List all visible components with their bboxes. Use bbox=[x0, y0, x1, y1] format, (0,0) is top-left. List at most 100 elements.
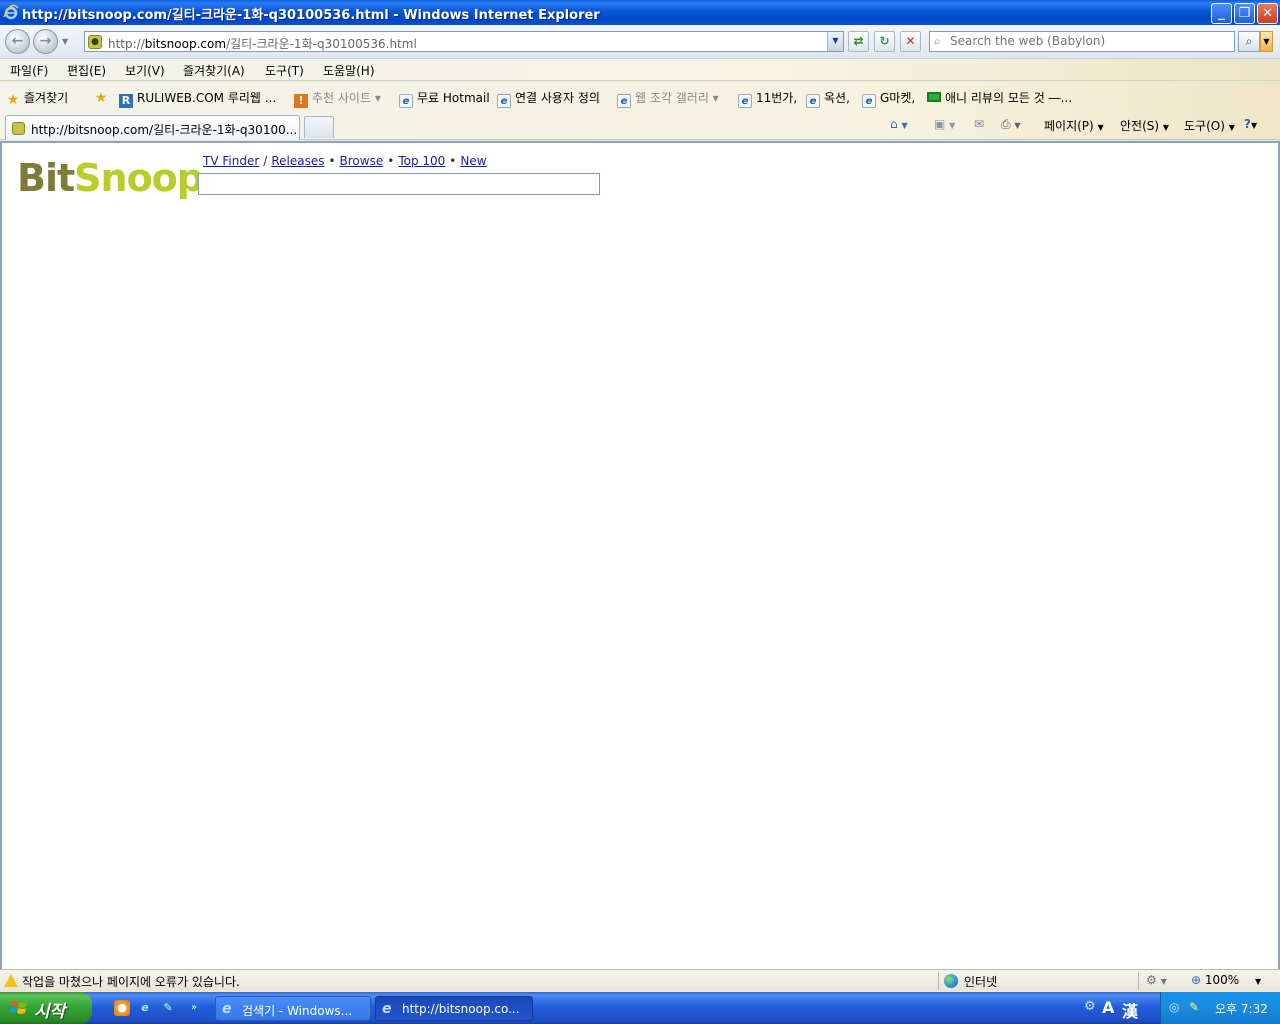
forward-button[interactable]: → bbox=[33, 29, 58, 54]
zoom-level: 100% bbox=[1204, 973, 1240, 987]
back-button[interactable]: ← bbox=[5, 29, 30, 54]
nav-browse[interactable]: Browse bbox=[340, 154, 384, 168]
start-button[interactable]: 시작 bbox=[0, 992, 92, 1024]
close-button[interactable]: ✕ bbox=[1257, 3, 1278, 24]
menu-edit[interactable]: 편집(E) bbox=[67, 62, 106, 79]
search-input[interactable] bbox=[950, 34, 1230, 48]
add-to-favorites-bar-button[interactable]: ★ bbox=[94, 89, 112, 105]
nav-separator: • bbox=[449, 154, 457, 168]
pencil-icon[interactable]: ✎ bbox=[160, 1000, 176, 1016]
ie-quicklaunch-icon[interactable]: e bbox=[137, 1000, 153, 1016]
nav-separator: / bbox=[263, 154, 268, 168]
site-favicon-icon: ● bbox=[88, 35, 102, 49]
fav-item-anime-review[interactable]: 애니 리뷰의 모든 것 ―... bbox=[927, 89, 1072, 106]
page-menu[interactable]: 페이지(P) ▼ bbox=[1044, 117, 1104, 134]
nav-separator: • bbox=[387, 154, 395, 168]
page-menu-label: 페이지(P) bbox=[1044, 119, 1094, 133]
fav-item-ruliweb[interactable]: R RULIWEB.COM 루리웹 ... bbox=[119, 89, 276, 108]
security-zone[interactable]: 인터넷 bbox=[964, 973, 997, 990]
ie-logo-icon bbox=[3, 4, 19, 20]
menu-view[interactable]: 보기(V) bbox=[125, 62, 165, 79]
nav-top-100[interactable]: Top 100 bbox=[398, 154, 445, 168]
search-go-button[interactable]: ⌕ bbox=[1238, 31, 1260, 52]
new-tab-button[interactable] bbox=[304, 116, 334, 138]
ime-options-icon[interactable]: ⚙ bbox=[1084, 999, 1096, 1014]
menu-tools[interactable]: 도구(T) bbox=[265, 62, 304, 79]
favorites-label: 즐겨찾기 bbox=[24, 91, 69, 105]
ie-task-icon: e bbox=[382, 1001, 392, 1017]
window-title-bar[interactable]: http://bitsnoop.com/길티-크라운-1화-q30100536.… bbox=[0, 0, 1280, 25]
network-tray-icon[interactable]: ◎ bbox=[1169, 1000, 1179, 1014]
minimize-button[interactable]: _ bbox=[1211, 3, 1232, 24]
fav-item-label: 추천 사이트 ▾ bbox=[312, 91, 381, 105]
fav-item-label: 11번가, bbox=[756, 91, 798, 105]
fav-item-label: 무료 Hotmail bbox=[417, 91, 490, 105]
fav-item-suggested-sites[interactable]: ! 추천 사이트 ▾ bbox=[294, 89, 381, 108]
favorites-center-button[interactable]: ★ 즐겨찾기 bbox=[6, 89, 68, 107]
taskbar-button-search[interactable]: e 검색기 - Windows... bbox=[215, 996, 371, 1021]
address-url[interactable]: http://bitsnoop.com/길티-크라운-1화-q30100536.… bbox=[108, 35, 417, 52]
stop-icon[interactable]: ✕ bbox=[900, 31, 921, 52]
taskbar-button-label: 검색기 - Windows... bbox=[242, 1004, 353, 1018]
menu-file[interactable]: 파일(F) bbox=[10, 62, 48, 79]
ie-page-icon: e bbox=[497, 94, 511, 108]
ie-page-icon: e bbox=[806, 94, 820, 108]
zoom-control[interactable]: ⊕ 100% ▼ bbox=[1191, 973, 1261, 987]
fav-item-label: 웹 조각 갤러리 ▾ bbox=[635, 91, 719, 105]
help-icon[interactable]: ?▼ bbox=[1244, 117, 1257, 131]
refresh-icon[interactable]: ↻ bbox=[874, 31, 895, 52]
tools-menu[interactable]: 도구(O) ▼ bbox=[1184, 117, 1235, 134]
search-options-dropdown-icon[interactable]: ▼ bbox=[1260, 31, 1273, 52]
logo-snoop: Snoop bbox=[74, 156, 204, 200]
address-dropdown-icon[interactable]: ▼ bbox=[827, 32, 843, 51]
menu-help[interactable]: 도움말(H) bbox=[323, 62, 375, 79]
feeds-icon[interactable]: ▣ ▼ bbox=[934, 117, 955, 131]
tab-row: http://bitsnoop.com/길티-크라운-1화-q30100... … bbox=[0, 112, 1280, 140]
taskbar-button-label: http://bitsnoop.co... bbox=[402, 1002, 520, 1016]
safety-menu[interactable]: 안전(S) ▼ bbox=[1120, 117, 1169, 134]
status-divider bbox=[1138, 972, 1139, 990]
language-bar[interactable]: ⚙ A 漢 bbox=[1080, 992, 1160, 1024]
zoom-icon: ⊕ bbox=[1191, 973, 1202, 987]
fav-item-auction[interactable]: e 옥션, bbox=[806, 89, 850, 108]
tab-label: http://bitsnoop.com/길티-크라운-1화-q30100... bbox=[31, 123, 298, 137]
ime-mode-a[interactable]: A bbox=[1102, 998, 1114, 1017]
firefox-icon[interactable]: ● bbox=[114, 1000, 130, 1016]
ime-hanja-icon[interactable]: 漢 bbox=[1122, 998, 1138, 1022]
taskbar-button-bitsnoop[interactable]: e http://bitsnoop.co... bbox=[375, 996, 533, 1021]
bitsnoop-logo[interactable]: BitSnoop bbox=[17, 156, 204, 200]
history-dropdown-icon[interactable]: ▼ bbox=[62, 37, 68, 46]
nav-new[interactable]: New bbox=[460, 154, 486, 168]
print-icon[interactable]: ⎙ ▼ bbox=[1001, 117, 1021, 132]
home-icon[interactable]: ⌂ ▼ bbox=[890, 117, 908, 131]
ruliweb-icon: R bbox=[119, 94, 133, 108]
fav-item-web-slice-gallery[interactable]: e 웹 조각 갤러리 ▾ bbox=[617, 89, 719, 108]
address-bar[interactable]: ● http://bitsnoop.com/길티-크라운-1화-q3010053… bbox=[84, 31, 844, 52]
url-host: bitsnoop.com bbox=[144, 37, 227, 51]
green-box-icon bbox=[927, 92, 941, 102]
quicklaunch-chevron-icon[interactable]: » bbox=[186, 1000, 202, 1016]
menu-favorites[interactable]: 즐겨찾기(A) bbox=[183, 62, 245, 79]
site-search-input[interactable] bbox=[198, 173, 600, 195]
compatibility-view-icon[interactable]: ⇄ bbox=[848, 31, 869, 52]
nav-tv-finder[interactable]: TV Finder bbox=[203, 154, 259, 168]
tab-active[interactable]: http://bitsnoop.com/길티-크라운-1화-q30100... bbox=[5, 115, 300, 140]
search-icon: ⌕ bbox=[934, 34, 941, 48]
mail-icon[interactable]: ✉ bbox=[974, 117, 984, 131]
warning-icon[interactable] bbox=[4, 974, 18, 987]
windows-flag-icon bbox=[10, 1001, 27, 1014]
favorites-bar: ★ 즐겨찾기 ★ R RULIWEB.COM 루리웹 ... ! 추천 사이트 ▾ e… bbox=[0, 82, 1280, 112]
fav-item-11st[interactable]: e 11번가, bbox=[738, 89, 797, 108]
fav-item-customize-links[interactable]: e 연결 사용자 정의 bbox=[497, 89, 600, 108]
ie-task-icon: e bbox=[222, 1001, 232, 1017]
nav-releases[interactable]: Releases bbox=[271, 154, 324, 168]
suggested-sites-icon: ! bbox=[294, 94, 308, 108]
fav-item-hotmail[interactable]: e 무료 Hotmail bbox=[399, 89, 490, 108]
windows-taskbar: 시작 ● e ✎ » e 검색기 - Windows... e http://bit… bbox=[0, 992, 1280, 1024]
tray-app-icon[interactable]: ✎ bbox=[1189, 1000, 1199, 1014]
fav-item-gmarket[interactable]: e G마켓, bbox=[862, 89, 915, 108]
restore-button[interactable]: ❐ bbox=[1234, 3, 1255, 24]
protected-mode-icon[interactable]: ⚙ ▼ bbox=[1146, 973, 1167, 987]
clock[interactable]: 오후 7:32 bbox=[1215, 1000, 1268, 1017]
search-box[interactable]: ⌕ bbox=[929, 31, 1235, 52]
